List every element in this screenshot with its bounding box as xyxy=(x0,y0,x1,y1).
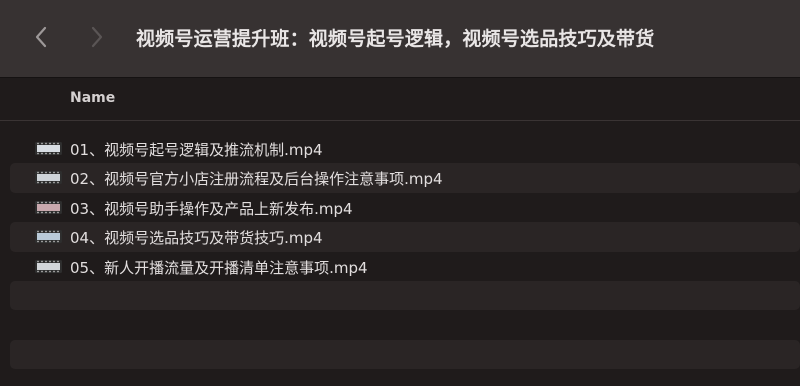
file-name: 03、视频号助手操作及产品上新发布.mp4 xyxy=(70,199,353,218)
file-row[interactable]: 03、视频号助手操作及产品上新发布.mp4 xyxy=(10,193,800,222)
empty-row xyxy=(10,339,800,370)
video-thumbnail-icon xyxy=(35,200,62,214)
back-button[interactable] xyxy=(26,22,56,52)
file-name: 05、新人开播流量及开播清单注意事项.mp4 xyxy=(70,258,368,277)
file-row[interactable]: 04、视频号选品技巧及带货技巧.mp4 xyxy=(10,222,800,252)
video-thumbnail-icon xyxy=(35,259,62,273)
file-row[interactable]: 02、视频号官方小店注册流程及后台操作注意事项.mp4 xyxy=(10,163,800,193)
file-row[interactable]: 01、视频号起号逻辑及推流机制.mp4 xyxy=(10,134,800,163)
file-list: 01、视频号起号逻辑及推流机制.mp4 02、视频号官方小店注册流程及后台操作注… xyxy=(10,134,800,370)
empty-row xyxy=(10,280,800,311)
title-bar: 视频号运营提升班：视频号起号逻辑，视频号选品技巧及带货 xyxy=(0,0,800,78)
forward-button[interactable] xyxy=(82,22,112,52)
finder-window: 视频号运营提升班：视频号起号逻辑，视频号选品技巧及带货 Name 01、视频号起… xyxy=(0,0,800,386)
file-name: 02、视频号官方小店注册流程及后台操作注意事项.mp4 xyxy=(70,170,443,189)
column-header-name[interactable]: Name xyxy=(70,90,115,106)
empty-row xyxy=(10,310,800,339)
file-row[interactable]: 05、新人开播流量及开播清单注意事项.mp4 xyxy=(10,252,800,281)
window-title: 视频号运营提升班：视频号起号逻辑，视频号选品技巧及带货 xyxy=(136,28,655,50)
video-thumbnail-icon xyxy=(35,230,62,244)
file-name: 04、视频号选品技巧及带货技巧.mp4 xyxy=(70,229,323,248)
video-thumbnail-icon xyxy=(35,171,62,185)
file-name: 01、视频号起号逻辑及推流机制.mp4 xyxy=(70,141,323,159)
column-header-row: Name xyxy=(0,79,800,121)
chevron-right-icon xyxy=(91,26,103,48)
chevron-left-icon xyxy=(35,26,47,48)
video-thumbnail-icon xyxy=(35,142,62,155)
